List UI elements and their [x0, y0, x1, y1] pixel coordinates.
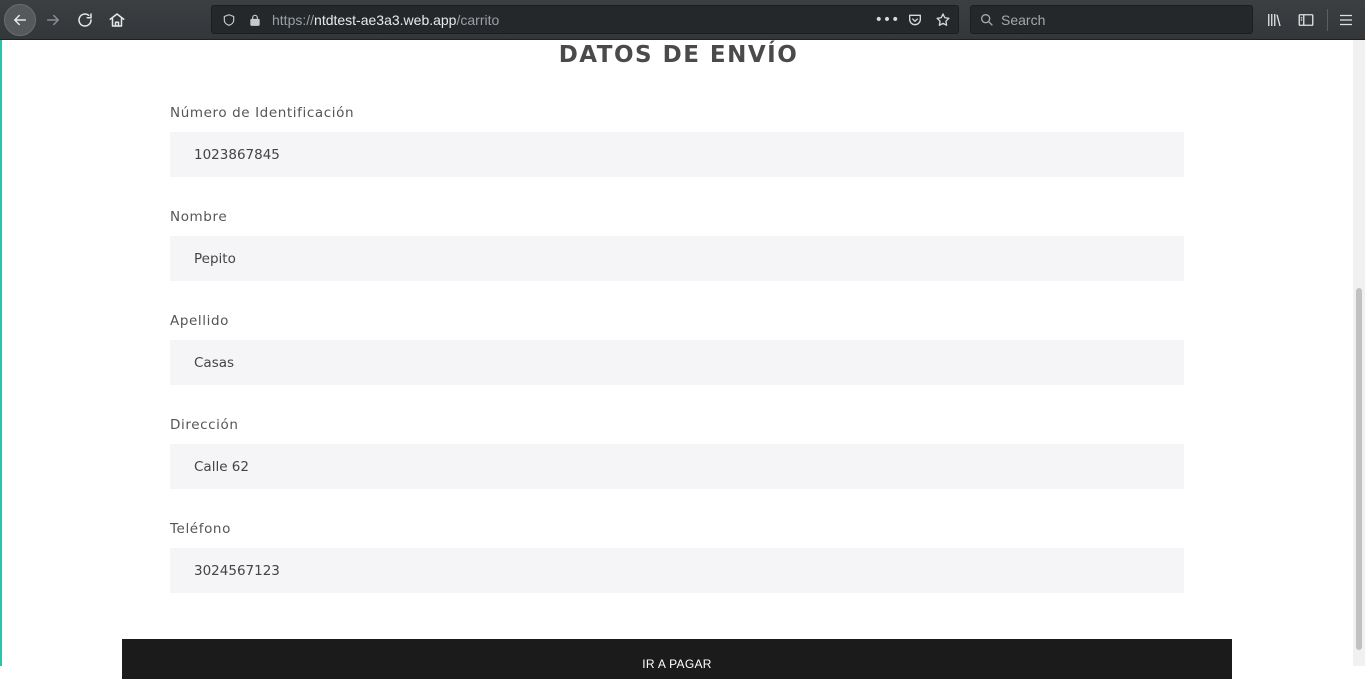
- library-icon: [1268, 14, 1281, 27]
- url-scheme: https://: [272, 11, 315, 28]
- home-button[interactable]: [102, 5, 132, 35]
- address-label: Dirección: [170, 417, 239, 433]
- id-number-input[interactable]: [170, 132, 1184, 177]
- lock-icon[interactable]: [246, 11, 264, 29]
- toolbar-separator: [1327, 9, 1328, 31]
- search-icon: [979, 12, 995, 28]
- page-title: DATOS DE ENVÍO: [558, 42, 799, 68]
- browser-toolbar: https://ntdtest-ae3a3.web.app/carrito ••…: [0, 0, 1365, 40]
- search-input[interactable]: [1001, 11, 1241, 28]
- go-to-pay-button[interactable]: IR A PAGAR: [122, 639, 1232, 679]
- phone-input[interactable]: [170, 548, 1184, 593]
- address-bar[interactable]: https://ntdtest-ae3a3.web.app/carrito ••…: [211, 5, 959, 34]
- scrollbar-thumb[interactable]: [1356, 288, 1362, 650]
- menu-button[interactable]: [1334, 8, 1358, 32]
- bookmark-star-icon[interactable]: [932, 9, 954, 31]
- arrow-right-icon: [47, 14, 59, 26]
- library-button[interactable]: [1262, 8, 1286, 32]
- url-path: /carrito: [456, 11, 500, 28]
- last-name-input[interactable]: [170, 340, 1184, 385]
- first-name-label: Nombre: [170, 209, 228, 225]
- url-host: ntdtest-ae3a3.web.app: [314, 11, 457, 28]
- forward-button[interactable]: [38, 5, 68, 35]
- sidebar-icon: [1298, 14, 1314, 26]
- page-scrollbar[interactable]: [1353, 40, 1365, 666]
- id-number-label: Número de Identificación: [170, 105, 355, 121]
- hamburger-menu-icon: [1340, 14, 1352, 26]
- page-viewport: DATOS DE ENVÍO Número de Identificación …: [0, 40, 1365, 679]
- reload-button[interactable]: [70, 5, 100, 35]
- sidebar-button[interactable]: [1294, 8, 1318, 32]
- phone-label: Teléfono: [170, 521, 231, 537]
- arrow-left-icon: [14, 14, 26, 26]
- url-text[interactable]: https://ntdtest-ae3a3.web.app/carrito: [272, 12, 499, 28]
- last-name-label: Apellido: [170, 313, 229, 329]
- reload-icon: [78, 13, 92, 27]
- shield-icon[interactable]: [220, 11, 238, 29]
- back-button[interactable]: [4, 4, 36, 36]
- home-icon: [109, 13, 125, 27]
- search-bar[interactable]: [970, 5, 1253, 34]
- page-actions-icon[interactable]: •••: [875, 9, 900, 31]
- pocket-icon[interactable]: [904, 9, 926, 31]
- address-input[interactable]: [170, 444, 1184, 489]
- first-name-input[interactable]: [170, 236, 1184, 281]
